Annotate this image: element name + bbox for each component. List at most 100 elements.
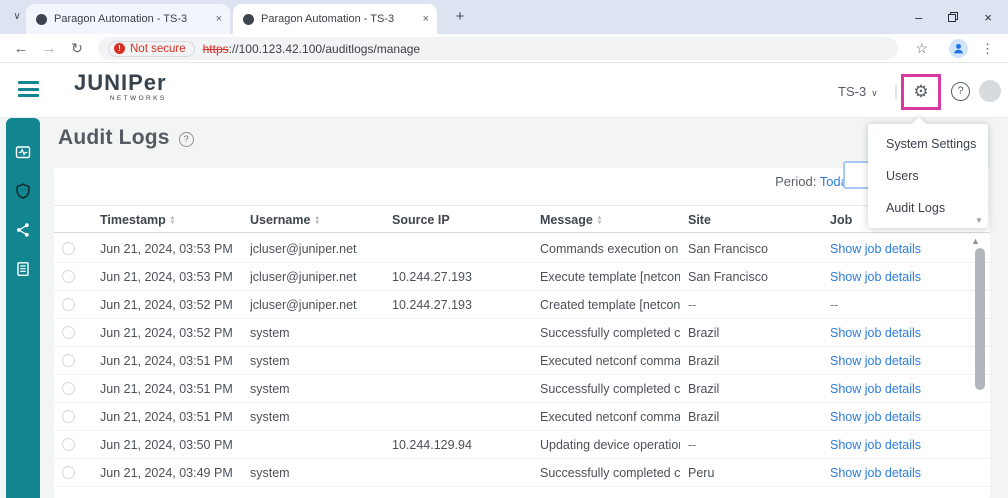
sort-icon[interactable]: ▴ ▾	[315, 214, 318, 226]
table-body: Jun 21, 2024, 03:53 PM jcluser@juniper.ne…	[54, 235, 990, 487]
cell-username: system	[250, 326, 290, 340]
cell-job-empty: --	[830, 298, 839, 312]
close-window-button[interactable]: ×	[984, 11, 992, 24]
environment-label: TS-3	[838, 84, 867, 99]
column-header-message[interactable]: Message ▴ ▾	[540, 206, 680, 234]
cell-timestamp: Jun 21, 2024, 03:50 PM	[100, 438, 233, 452]
row-radio-button[interactable]	[62, 298, 75, 311]
sidebar-item-topology-share[interactable]	[14, 221, 32, 239]
header-divider: |	[894, 83, 898, 100]
favicon-icon	[36, 13, 47, 25]
settings-gear-icon[interactable]: ⚙	[909, 81, 933, 103]
back-button[interactable]: ←	[10, 34, 32, 63]
row-radio-button[interactable]	[62, 270, 75, 283]
address-bar[interactable]: ! Not secure https://100.123.42.100/audi…	[98, 37, 898, 60]
cell-site: --	[688, 298, 697, 312]
table-header: Timestamp ▴ ▾ Username ▴ ▾ Source IP Message ▴ ▾ S…	[54, 205, 990, 233]
juniper-logo[interactable]: JUNIPer NETWORKS	[74, 70, 167, 103]
sidebar-item-audit-logs-document[interactable]	[14, 260, 32, 278]
sort-icon[interactable]: ▴ ▾	[598, 214, 601, 226]
job-details-link[interactable]: Show job details	[830, 375, 980, 403]
forward-button[interactable]: →	[38, 34, 60, 63]
row-radio-button[interactable]	[62, 438, 75, 451]
hamburger-menu-icon[interactable]	[18, 81, 39, 97]
cell-source-ip	[392, 319, 532, 347]
sidebar-nav	[6, 118, 40, 498]
bookmark-star-icon[interactable]: ☆	[915, 34, 928, 63]
menu-item-audit-logs[interactable]: Audit Logs	[868, 192, 988, 224]
cell-username: system	[250, 410, 290, 424]
row-radio-button[interactable]	[62, 410, 75, 423]
column-header-timestamp[interactable]: Timestamp ▴ ▾	[100, 206, 242, 234]
job-details-link[interactable]: Show job details	[830, 319, 980, 347]
cell-message: Created template [netconf_rate_li...	[540, 298, 680, 312]
new-tab-button[interactable]: +	[449, 6, 471, 28]
cell-timestamp: Jun 21, 2024, 03:51 PM	[100, 410, 233, 424]
cell-message: Execute template [netconf_rate_li...	[540, 270, 680, 284]
menu-scroll-down-icon[interactable]: ▼	[975, 216, 983, 225]
brand-subtitle: NETWORKS	[109, 95, 167, 102]
page-help-icon[interactable]: ?	[178, 131, 194, 147]
browser-tab-strip: ∨ Paragon Automation - TS-3 × Paragon Au…	[0, 0, 1008, 34]
sidebar-item-dashboard[interactable]	[14, 143, 32, 161]
sort-icon[interactable]: ▴ ▾	[171, 214, 174, 226]
row-radio-button[interactable]	[62, 382, 75, 395]
cell-timestamp: Jun 21, 2024, 03:53 PM	[100, 242, 233, 256]
table-row: Jun 21, 2024, 03:51 PM system Executed net…	[54, 347, 990, 375]
row-radio-button[interactable]	[62, 326, 75, 339]
row-radio-button[interactable]	[62, 354, 75, 367]
cell-site: Peru	[688, 466, 715, 480]
row-radio-button[interactable]	[62, 242, 75, 255]
row-radio-button[interactable]	[62, 466, 75, 479]
job-details-link[interactable]: Show job details	[830, 459, 980, 487]
cell-message: Updating device operational stat...	[540, 438, 680, 452]
cell-source-ip	[392, 375, 532, 403]
person-icon	[954, 43, 963, 54]
window-controls: – ×	[915, 0, 1008, 34]
cell-username: jcluser@juniper.net	[250, 242, 357, 256]
job-details-link[interactable]: Show job details	[830, 403, 980, 431]
cell-username: jcluser@juniper.net	[250, 298, 357, 312]
menu-item-system-settings[interactable]: System Settings	[868, 128, 988, 160]
close-tab-icon[interactable]: ×	[423, 13, 429, 25]
not-secure-chip[interactable]: ! Not secure	[108, 40, 195, 57]
cell-site: Brazil	[688, 354, 720, 368]
job-details-link[interactable]: Show job details	[830, 431, 980, 459]
environment-selector[interactable]: TS-3 ∨	[838, 84, 878, 99]
cell-timestamp: Jun 21, 2024, 03:53 PM	[100, 270, 233, 284]
column-header-username[interactable]: Username ▴ ▾	[250, 206, 384, 234]
favicon-icon	[243, 13, 254, 25]
browser-tab-2[interactable]: Paragon Automation - TS-3 ×	[233, 4, 437, 34]
chevron-down-icon: ∨	[871, 88, 878, 98]
scrollbar-up-icon[interactable]: ▲	[971, 236, 980, 246]
browser-menu-icon[interactable]: ⋮	[981, 34, 994, 63]
cell-site: San Francisco	[688, 242, 768, 256]
sidebar-item-security-shield[interactable]	[14, 182, 32, 200]
page-title: Audit Logs	[58, 126, 170, 149]
cell-username: system	[250, 466, 290, 480]
browser-tab-1[interactable]: Paragon Automation - TS-3 ×	[26, 4, 230, 34]
tab-title: Paragon Automation - TS-3	[54, 13, 188, 25]
job-details-link[interactable]: Show job details	[830, 347, 980, 375]
cell-message: Executed netconf command on d...	[540, 354, 680, 368]
table-scrollbar-thumb[interactable]	[975, 248, 985, 390]
help-icon[interactable]: ?	[951, 82, 970, 101]
cell-message: Successfully completed commit n...	[540, 326, 680, 340]
brand-wordmark: JUNIPer	[74, 70, 167, 95]
cell-timestamp: Jun 21, 2024, 03:52 PM	[100, 298, 233, 312]
cell-source-ip	[392, 403, 532, 431]
cell-message: Successfully completed commit n...	[540, 466, 680, 480]
tab-search-icon[interactable]: ∨	[8, 8, 26, 26]
reload-button[interactable]: ↻	[66, 34, 88, 63]
minimize-button[interactable]: –	[915, 11, 922, 24]
cell-source-ip: 10.244.27.193	[392, 270, 472, 284]
browser-profile-avatar[interactable]	[949, 39, 968, 58]
close-tab-icon[interactable]: ×	[216, 13, 222, 25]
cell-username: jcluser@juniper.net	[250, 270, 357, 284]
job-details-link[interactable]: Show job details	[830, 263, 980, 291]
user-avatar[interactable]	[979, 80, 1001, 102]
restore-button[interactable]	[948, 12, 959, 22]
column-header-site: Site	[688, 213, 711, 227]
job-details-link[interactable]: Show job details	[830, 235, 980, 263]
menu-item-users[interactable]: Users	[868, 160, 988, 192]
